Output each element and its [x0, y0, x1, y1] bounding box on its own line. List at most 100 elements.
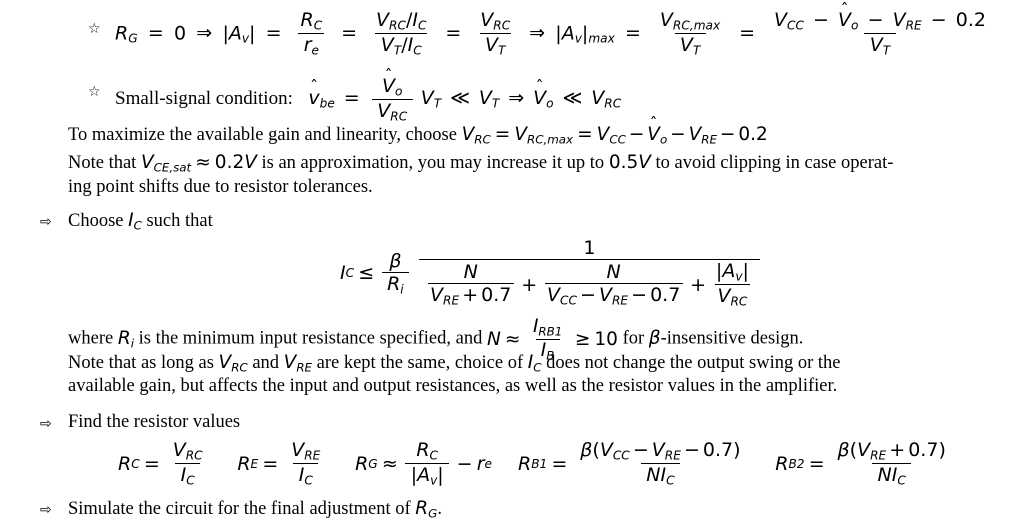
bullet-simulate-circuit: Simulate the circuit for the final adjus…: [68, 498, 442, 520]
symbol-vt: V: [420, 87, 434, 110]
plus: +: [462, 284, 479, 307]
sub-cesat: CE,sat: [153, 160, 192, 175]
equation-rg: RG ≈ RC |Av| − re: [355, 440, 492, 488]
sub-rc: RC: [474, 132, 491, 147]
implies-arrow: ⇒: [529, 22, 546, 45]
document-page: ☆ RG = 0 ⇒ |Av| = RC re = VRC/IC VT/IC =…: [0, 0, 1024, 527]
unit-volt: V: [244, 152, 257, 173]
sub-cc: CC: [612, 448, 630, 463]
fraction-vrc-ic-over-vt-ic: VRC/IC VT/IC: [371, 10, 432, 58]
symbol-vrc: V: [218, 352, 232, 373]
fraction-vrcmax-over-vt: VRC,max VT: [655, 10, 726, 58]
equals: =: [625, 22, 641, 45]
symbol-vcc: V: [599, 439, 613, 461]
fraction-rb1: β(VCC − VRE −0.7) NIC: [575, 440, 746, 488]
bullet-choose-ic: Choose IC such that: [68, 210, 213, 232]
value-0p2: 0.2: [738, 124, 768, 145]
sub-cc: CC: [559, 293, 577, 308]
abs-close: |: [437, 464, 444, 487]
sub-e: e: [311, 43, 320, 58]
fraction-n-over-vre-plus: N VRE +0.7: [427, 262, 514, 308]
minus: −: [867, 9, 884, 31]
sub-e: E: [250, 456, 259, 471]
equals: =: [341, 22, 358, 45]
hat-accent: ˆ: [384, 65, 393, 85]
symbol-v: V: [377, 100, 391, 123]
symbol-vre: V: [283, 352, 297, 373]
plus: +: [521, 273, 538, 296]
text-does-not-change: does not change the output swing or the: [541, 353, 841, 373]
equals: =: [262, 452, 279, 475]
equation-ic-bound: IC ≤ β Ri 1 N VRE +0.7 + N VCC − VRE −0.7 + …: [340, 238, 763, 309]
symbol-beta: β: [648, 327, 661, 349]
minus: −: [683, 439, 700, 461]
text-note-prefix: Note that: [68, 153, 141, 173]
sub-re: RE: [443, 293, 460, 308]
approx: ≈: [195, 152, 211, 173]
implies-arrow: ⇒: [196, 22, 213, 45]
minus: −: [719, 124, 736, 145]
symbol-vt: V: [478, 87, 492, 110]
value-0p5: 0.5: [608, 152, 639, 173]
arrow-bullet-icon: ⇨: [40, 502, 52, 518]
sub-re: RE: [905, 18, 922, 33]
sub-g: G: [128, 31, 138, 46]
sub-c: C: [131, 456, 140, 471]
sub-g: G: [428, 506, 438, 521]
equals: =: [808, 452, 825, 475]
symbol-av: A: [561, 22, 575, 45]
sub-c: C: [345, 266, 355, 281]
sub-max: max: [588, 31, 615, 46]
sub-rcmax: RC,max: [672, 18, 721, 33]
equation-rb1: R B1 = β(VCC − VRE −0.7) NIC: [518, 440, 749, 488]
equation-rb2: R B2 = β(VRE +0.7) NIC: [775, 440, 954, 488]
symbol-vre: V: [688, 124, 702, 145]
text-choose: Choose: [68, 211, 129, 231]
sub-o: o: [659, 132, 668, 147]
sub-re: RE: [870, 448, 887, 463]
text-kept-same: are kept the same, choice of: [312, 353, 528, 373]
minus: −: [632, 439, 649, 461]
plus: +: [690, 273, 707, 296]
symbol-v: V: [380, 34, 394, 57]
equals: =: [147, 22, 164, 45]
symbol-vrc: V: [461, 124, 475, 145]
minus: −: [631, 284, 648, 307]
symbol-vcc: V: [773, 9, 787, 31]
symbol-v: V: [659, 9, 673, 31]
symbol-rb1: R: [517, 452, 532, 475]
value-zero: 0: [173, 22, 187, 45]
sub-rc: RC: [390, 109, 408, 124]
symbol-beta: β: [389, 249, 402, 272]
fraction-headroom-over-vt: VCC − ˆ Vo − VRE − 0.2 VT: [769, 1, 992, 58]
text-period: .: [437, 499, 442, 519]
sub-v: v: [241, 31, 250, 46]
value-0p2: 0.2: [214, 152, 245, 173]
minus: −: [930, 9, 947, 31]
value-0p2: 0.2: [955, 9, 986, 31]
sub-rc: RC: [604, 96, 622, 111]
less-equal: ≤: [358, 262, 375, 285]
equals: =: [577, 124, 593, 145]
symbol-vre: V: [857, 439, 871, 461]
text-note-aslongas: Note that as long as: [68, 353, 219, 373]
symbol-av: A: [417, 464, 431, 487]
symbol-n: N: [486, 328, 501, 350]
fraction-vrc-over-vt: VRC VT: [475, 10, 516, 58]
arrow-bullet-icon: ⇨: [40, 214, 52, 230]
sub-e: e: [484, 456, 492, 471]
equation-gain: RG = 0 ⇒ |Av| = RC re = VRC/IC VT/IC = V…: [115, 1, 995, 58]
value-0p7: 0.7: [481, 284, 512, 307]
sub-t: T: [498, 43, 506, 58]
sub-v: v: [735, 269, 743, 284]
text-where: where: [68, 328, 118, 349]
symbol-rg: R: [115, 22, 129, 45]
symbol-vcesat: V: [140, 152, 154, 173]
symbol-vrc: V: [172, 439, 186, 461]
sub-rcmax: RC,max: [527, 132, 574, 147]
symbol-vcc: V: [596, 124, 610, 145]
text-for: for: [617, 328, 649, 349]
symbol-r-small: r: [303, 34, 312, 57]
value-0p7: 0.7: [702, 439, 734, 461]
sub-c: C: [133, 218, 142, 233]
